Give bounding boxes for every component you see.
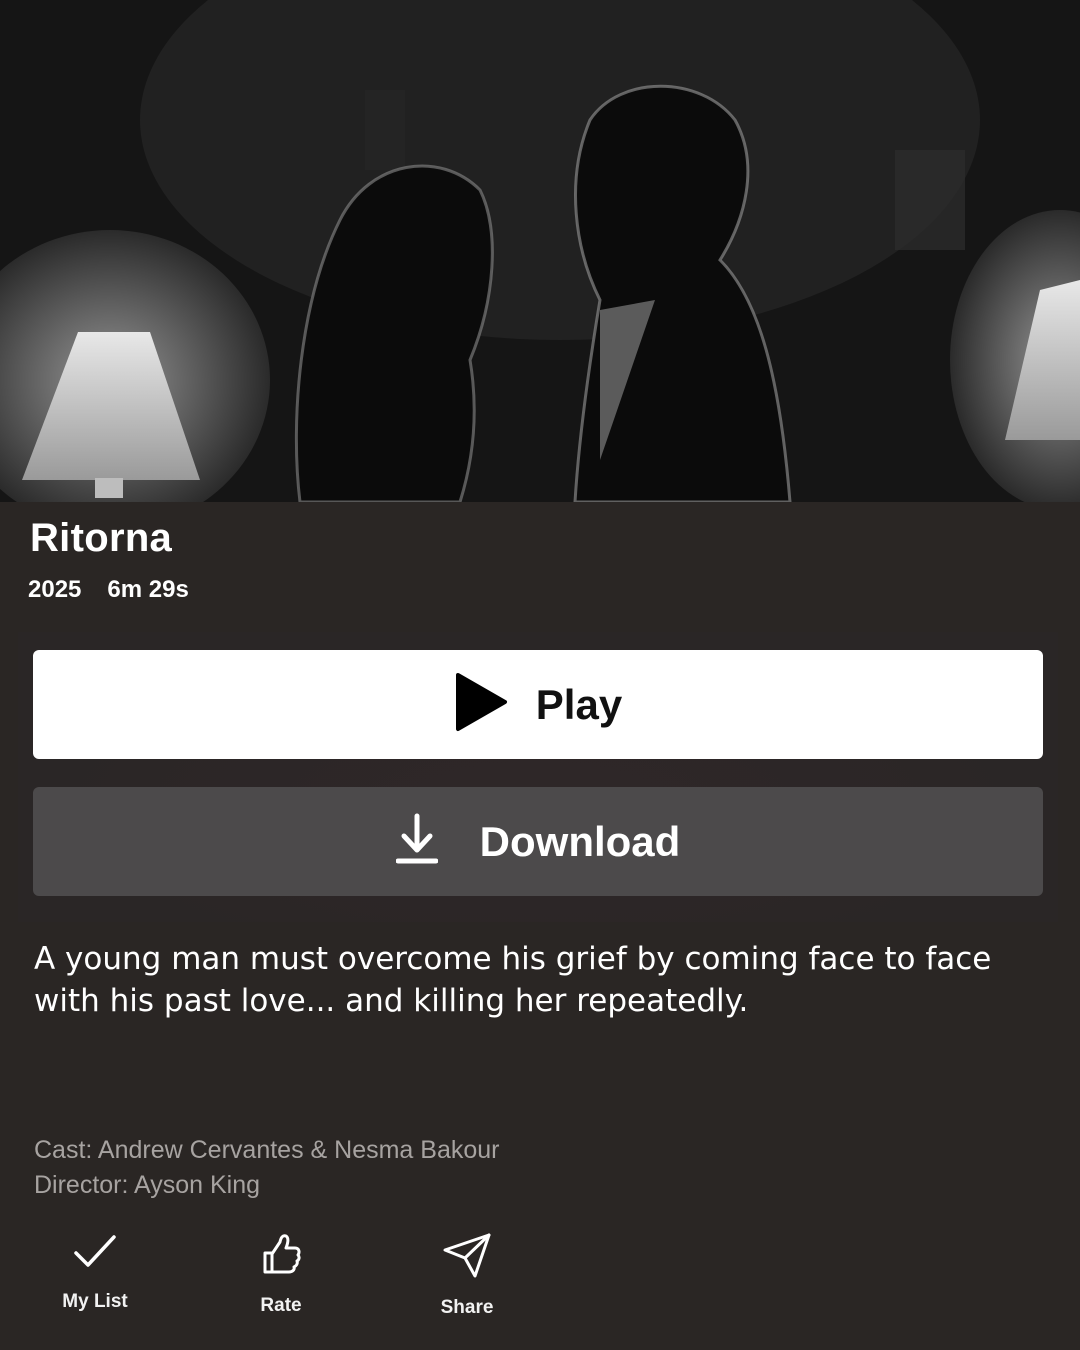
download-icon [395, 813, 439, 870]
download-label: Download [479, 817, 681, 865]
action-row: My List Rate Share [0, 1232, 1080, 1332]
hero-image [0, 0, 1080, 502]
download-button[interactable]: Download [33, 787, 1043, 896]
synopsis: A young man must overcome his grief by c… [34, 941, 992, 1019]
cast-line: Cast: Andrew Cervantes & Nesma Bakour [34, 1136, 500, 1164]
play-button[interactable]: Play [33, 650, 1043, 759]
my-list-button[interactable]: My List [25, 1232, 165, 1313]
release-year: 2025 [28, 576, 82, 603]
my-list-label: My List [62, 1291, 128, 1312]
checkmark-icon [73, 1232, 117, 1277]
share-label: Share [440, 1297, 494, 1318]
title-meta: 2025 6m 29s [28, 576, 189, 604]
rate-label: Rate [260, 1295, 302, 1316]
director-line: Director: Ayson King [34, 1171, 261, 1199]
credits: Cast: Andrew Cervantes & Nesma Bakour Di… [34, 1133, 499, 1203]
rate-button[interactable]: Rate [211, 1232, 351, 1317]
paper-plane-icon [442, 1232, 492, 1283]
runtime: 6m 29s [107, 576, 189, 603]
share-button[interactable]: Share [397, 1232, 537, 1319]
thumbs-up-icon [259, 1232, 303, 1281]
play-icon [454, 672, 508, 737]
page-title: Ritorna [30, 516, 173, 560]
play-label: Play [535, 680, 623, 728]
